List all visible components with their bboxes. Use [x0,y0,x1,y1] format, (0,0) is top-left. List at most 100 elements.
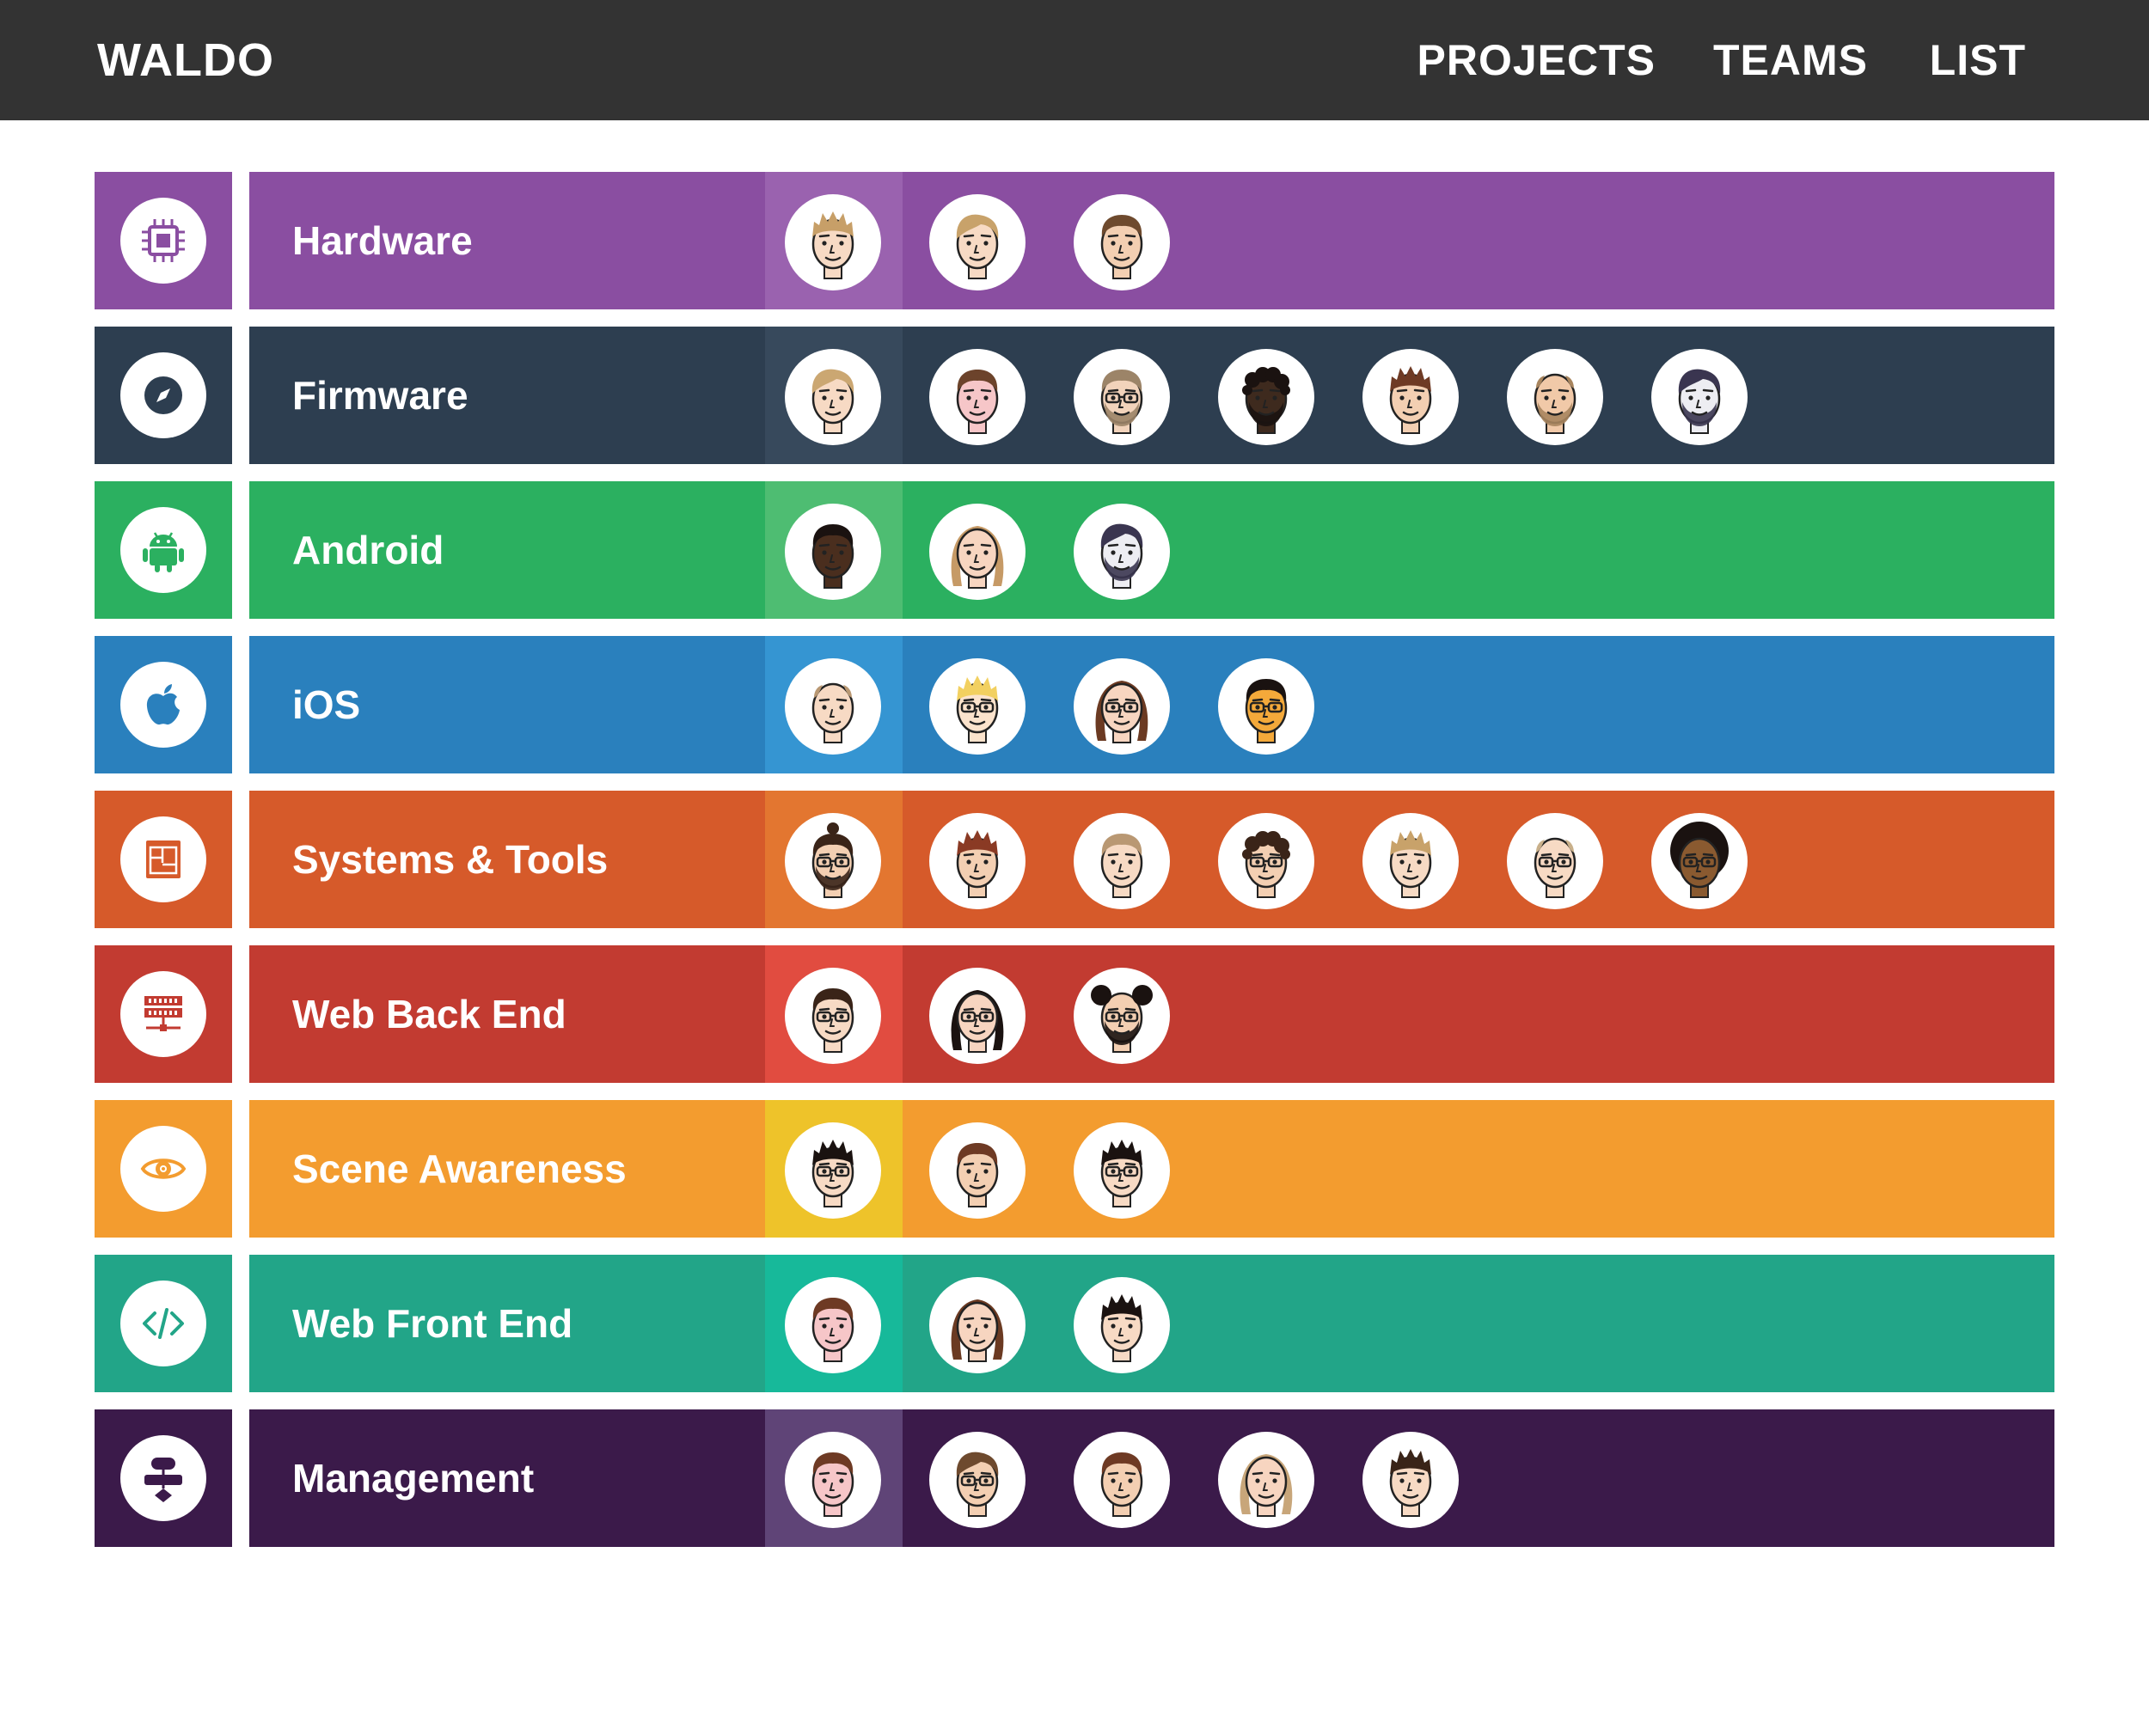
team-lead-avatar[interactable] [785,1432,881,1528]
face-illustration [811,524,854,589]
face-illustration [1534,837,1577,898]
face-illustration [956,1452,999,1517]
member-avatar[interactable] [1218,813,1314,909]
eye-icon-glyph [140,1158,187,1179]
team-lead-avatar[interactable] [785,658,881,755]
team-icon-tile[interactable] [95,1255,232,1392]
face-illustration [956,1143,999,1207]
nav-list[interactable]: LIST [1930,33,2026,88]
brand-logo[interactable]: WALDO [97,33,274,88]
member-avatar[interactable] [1074,1432,1170,1528]
team-icon-tile[interactable] [95,945,232,1083]
team-lead-avatar[interactable] [785,813,881,909]
face-illustration [811,682,854,743]
team-lead-avatar[interactable] [785,504,881,600]
member-avatar[interactable] [1218,658,1314,755]
member-avatar[interactable] [1651,349,1748,445]
team-lead-avatar[interactable] [785,194,881,290]
member-avatar[interactable] [1651,813,1748,909]
team-row[interactable]: Systems & Tools [95,791,2054,928]
member-avatar[interactable] [1218,1432,1314,1528]
flowchart-icon [120,1435,206,1521]
face-illustration [1100,1294,1143,1362]
member-avatar[interactable] [929,968,1026,1064]
face-illustration [1389,366,1432,434]
team-row[interactable]: Web Back End [95,945,2054,1083]
team-row[interactable]: Management [95,1409,2054,1547]
team-row[interactable]: Scene Awareness [95,1100,2054,1238]
server-icon [120,971,206,1057]
team-name[interactable]: Firmware [292,368,468,423]
face-illustration [956,675,999,743]
member-avatar[interactable] [1507,349,1603,445]
team-lead-avatar[interactable] [785,1122,881,1219]
team-name[interactable]: iOS [292,677,360,732]
team-row[interactable]: Web Front End [95,1255,2054,1392]
team-row[interactable]: Hardware [95,172,2054,309]
face-illustration [811,1298,854,1362]
member-avatar[interactable] [1362,1432,1459,1528]
member-avatar[interactable] [1074,1122,1170,1219]
team-name[interactable]: Web Front End [292,1296,572,1351]
team-name[interactable]: Management [292,1451,534,1506]
face-illustration [1240,1454,1293,1517]
team-name[interactable]: Web Back End [292,987,566,1042]
member-avatar[interactable] [929,349,1026,445]
team-icon-tile[interactable] [95,172,232,309]
face-illustration [1534,373,1577,434]
member-avatar[interactable] [1074,658,1170,755]
face-illustration [811,988,854,1053]
team-lead-avatar[interactable] [785,1277,881,1373]
team-lead-avatar[interactable] [785,349,881,445]
nav-projects[interactable]: PROJECTS [1417,33,1656,88]
team-name[interactable]: Hardware [292,213,473,268]
code-icon-glyph [143,1308,184,1339]
face-illustration [811,1452,854,1517]
face-illustration [811,369,854,434]
face-illustration [951,526,1004,589]
member-avatar[interactable] [1074,194,1170,290]
face-illustration [1100,523,1143,589]
nav-teams[interactable]: TEAMS [1713,33,1868,88]
team-icon-tile[interactable] [95,481,232,619]
member-avatar[interactable] [929,1432,1026,1528]
member-avatar[interactable] [929,1122,1026,1219]
member-avatar[interactable] [929,1277,1026,1373]
member-avatar[interactable] [1074,813,1170,909]
team-icon-tile[interactable] [95,636,232,773]
team-icon-tile[interactable] [95,791,232,928]
compass-icon [120,352,206,438]
face-illustration [1100,1140,1143,1207]
server-icon-glyph [144,996,182,1031]
team-row[interactable]: Android [95,481,2054,619]
team-row[interactable]: iOS [95,636,2054,773]
face-illustration [956,370,999,434]
member-avatar[interactable] [929,813,1026,909]
member-avatar[interactable] [1074,504,1170,600]
blueprint-icon [120,816,206,902]
member-avatar[interactable] [1074,968,1170,1064]
team-lead-avatar[interactable] [785,968,881,1064]
member-avatar[interactable] [929,194,1026,290]
team-name[interactable]: Android [292,523,444,578]
member-avatar[interactable] [929,504,1026,600]
member-avatar[interactable] [1507,813,1603,909]
team-name[interactable]: Systems & Tools [292,832,608,887]
team-row[interactable]: Firmware [95,327,2054,464]
face-illustration [1245,679,1288,743]
team-icon-tile[interactable] [95,327,232,464]
member-avatar[interactable] [1218,349,1314,445]
face-illustration [951,1299,1004,1362]
android-icon-glyph [143,532,184,572]
team-name[interactable]: Scene Awareness [292,1141,627,1196]
team-icon-tile[interactable] [95,1100,232,1238]
face-illustration [811,211,854,279]
member-avatar[interactable] [1074,349,1170,445]
member-avatar[interactable] [1074,1277,1170,1373]
blueprint-icon-glyph [146,840,181,878]
member-avatar[interactable] [929,658,1026,755]
member-avatar[interactable] [1362,813,1459,909]
top-navbar: WALDO PROJECTS TEAMS LIST [0,0,2149,120]
member-avatar[interactable] [1362,349,1459,445]
team-icon-tile[interactable] [95,1409,232,1547]
